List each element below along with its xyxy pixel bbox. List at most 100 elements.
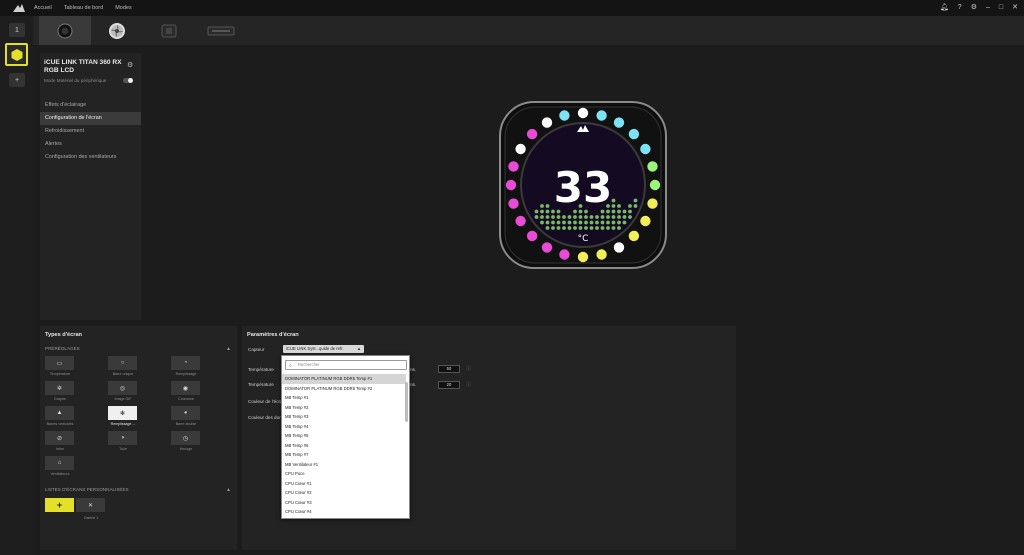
tile-temperature[interactable]: ▭: [45, 356, 74, 370]
custom-list-gallery[interactable]: ✕: [76, 498, 105, 512]
lcd-dot: [622, 220, 627, 225]
lcd-dot: [600, 220, 605, 225]
tile-label: Barre double: [175, 422, 197, 426]
rail-collapse-button[interactable]: 1: [9, 23, 25, 37]
lcd-dot: [584, 226, 588, 230]
lcd-dot: [578, 220, 583, 225]
lcd-dot: [551, 220, 555, 225]
bell-icon[interactable]: 🔔︎: [940, 3, 949, 13]
lcd-dot: [606, 226, 610, 230]
tile-fans[interactable]: ⌂: [45, 456, 74, 470]
tile-single-bar[interactable]: ○: [108, 356, 137, 370]
lcd-dot: [567, 226, 572, 230]
temp-high-label: Température: [248, 382, 274, 387]
custom-lists-collapse-icon[interactable]: ▲: [226, 487, 231, 493]
custom-list-label: Galerie 1: [83, 516, 99, 520]
tile-label: Barres verticales: [46, 422, 74, 426]
dropdown-item[interactable]: MB Ventilateur #1: [282, 460, 406, 470]
tile-clock[interactable]: ◷: [171, 431, 200, 445]
temp-high-tail: ns.: [410, 382, 417, 387]
device-tab-controller[interactable]: [195, 16, 247, 45]
tile-fill[interactable]: ◔: [171, 356, 200, 370]
led-dot: [640, 215, 651, 227]
led-dot: [628, 128, 640, 140]
menu-item-screen-config[interactable]: Configuration de l'écran: [40, 112, 141, 125]
tile-label: Horloge: [179, 447, 193, 451]
info-icon[interactable]: ⓘ: [466, 381, 471, 388]
led-dot: [647, 198, 658, 209]
add-custom-list-button[interactable]: +: [45, 498, 74, 512]
nav-accueil[interactable]: Accueil: [34, 5, 52, 11]
temp-low-input[interactable]: 50: [438, 365, 460, 373]
rail-add-button[interactable]: +: [9, 73, 25, 87]
menu-item-lighting[interactable]: Effets d'éclairage: [40, 99, 141, 112]
hub-icon: [161, 24, 177, 37]
info-icon[interactable]: ⓘ: [466, 365, 471, 372]
lcd-dot: [540, 204, 544, 208]
nav-tableau-de-bord[interactable]: Tableau de bord: [64, 5, 103, 11]
tile-label: Couronne: [178, 397, 194, 401]
close-button[interactable]: ✕: [1012, 3, 1018, 13]
menu-item-cooling[interactable]: Refroidissement: [40, 125, 141, 138]
dropdown-item[interactable]: CPU Puce: [282, 469, 406, 479]
lcd-dot: [540, 220, 544, 225]
led-dot: [559, 110, 570, 121]
lcd-dot: [556, 226, 561, 230]
help-icon[interactable]: ?: [958, 3, 962, 13]
device-tab-fan[interactable]: [91, 16, 143, 45]
dropdown-item[interactable]: CPU Cœur #1: [282, 479, 406, 489]
menu-item-alerts[interactable]: Alertes: [40, 138, 141, 151]
dropdown-item[interactable]: CPU Cœur #3: [282, 498, 406, 508]
led-dot: [649, 179, 661, 191]
dropdown-item[interactable]: DOMINATOR PLATINUM RGB DDR5 Temp #1: [282, 374, 406, 384]
dropdown-item[interactable]: MB Temp #1: [282, 393, 406, 403]
hardware-mode-toggle[interactable]: [123, 78, 133, 83]
led-dot: [647, 161, 658, 172]
temp-high-input[interactable]: 20: [438, 381, 460, 389]
lcd-dot: [589, 226, 594, 230]
dropdown-item[interactable]: CPU Cœur #4: [282, 507, 406, 517]
lcd-dot: [551, 226, 555, 230]
dropdown-item[interactable]: MB Temp #4: [282, 422, 406, 432]
lcd-dot: [611, 220, 616, 225]
led-dot: [515, 143, 526, 155]
tile-vertical-bars[interactable]: ▲: [45, 406, 74, 420]
tile-tile[interactable]: ◑: [108, 431, 137, 445]
dropdown-item[interactable]: MB Temp #3: [282, 412, 406, 422]
dropdown-scrollbar[interactable]: [405, 382, 408, 422]
dropdown-item[interactable]: MB Temp #5: [282, 431, 406, 441]
pump-lcd-preview: 33 °C: [498, 100, 668, 270]
tile-gif[interactable]: ◎: [108, 381, 137, 395]
led-dot: [505, 179, 517, 191]
rail-device-selected[interactable]: [5, 43, 28, 66]
tile-label: Barre unique: [112, 372, 134, 376]
dropdown-item[interactable]: MB Temp #7: [282, 450, 406, 460]
tile-label: Remplissage ...: [110, 422, 136, 426]
minimize-button[interactable]: –: [986, 3, 990, 13]
dropdown-item[interactable]: CPU Cœur #2: [282, 488, 406, 498]
sensor-select[interactable]: iCUE LINK Syst...quide de refr.: [283, 345, 364, 353]
gear-icon[interactable]: ⚙: [127, 61, 133, 69]
tile-double-bar[interactable]: ◕: [171, 406, 200, 420]
tile-fill-selected[interactable]: ✻: [108, 406, 137, 420]
tile-graph[interactable]: ✲: [45, 381, 74, 395]
dropdown-item[interactable]: MB Temp #2: [282, 403, 406, 413]
menu-item-fan-config[interactable]: Configuration des ventilateurs: [40, 151, 141, 164]
tile-info[interactable]: ⊘: [45, 431, 74, 445]
lcd-dot: [633, 198, 638, 203]
dropdown-search-input[interactable]: ⌕ Rechercher: [285, 360, 407, 370]
presets-collapse-icon[interactable]: ▲: [226, 346, 231, 352]
device-tab-hub[interactable]: [143, 16, 195, 45]
device-tab-pump[interactable]: [39, 16, 91, 45]
dropdown-item[interactable]: MB Temp #6: [282, 441, 406, 451]
led-dot: [526, 128, 538, 140]
nav-modes[interactable]: Modes: [115, 5, 132, 11]
maximize-button[interactable]: □: [999, 3, 1003, 13]
dropdown-item[interactable]: DOMINATOR PLATINUM RGB DDR5 Temp #2: [282, 384, 406, 394]
screen-params-title: Paramètres d'écran: [247, 332, 299, 338]
temp-low-label: Température: [248, 367, 274, 372]
led-dot: [508, 161, 519, 172]
settings-icon[interactable]: ⚙: [971, 3, 977, 13]
tile-crown[interactable]: ◉: [171, 381, 200, 395]
lcd-dot: [567, 220, 572, 225]
